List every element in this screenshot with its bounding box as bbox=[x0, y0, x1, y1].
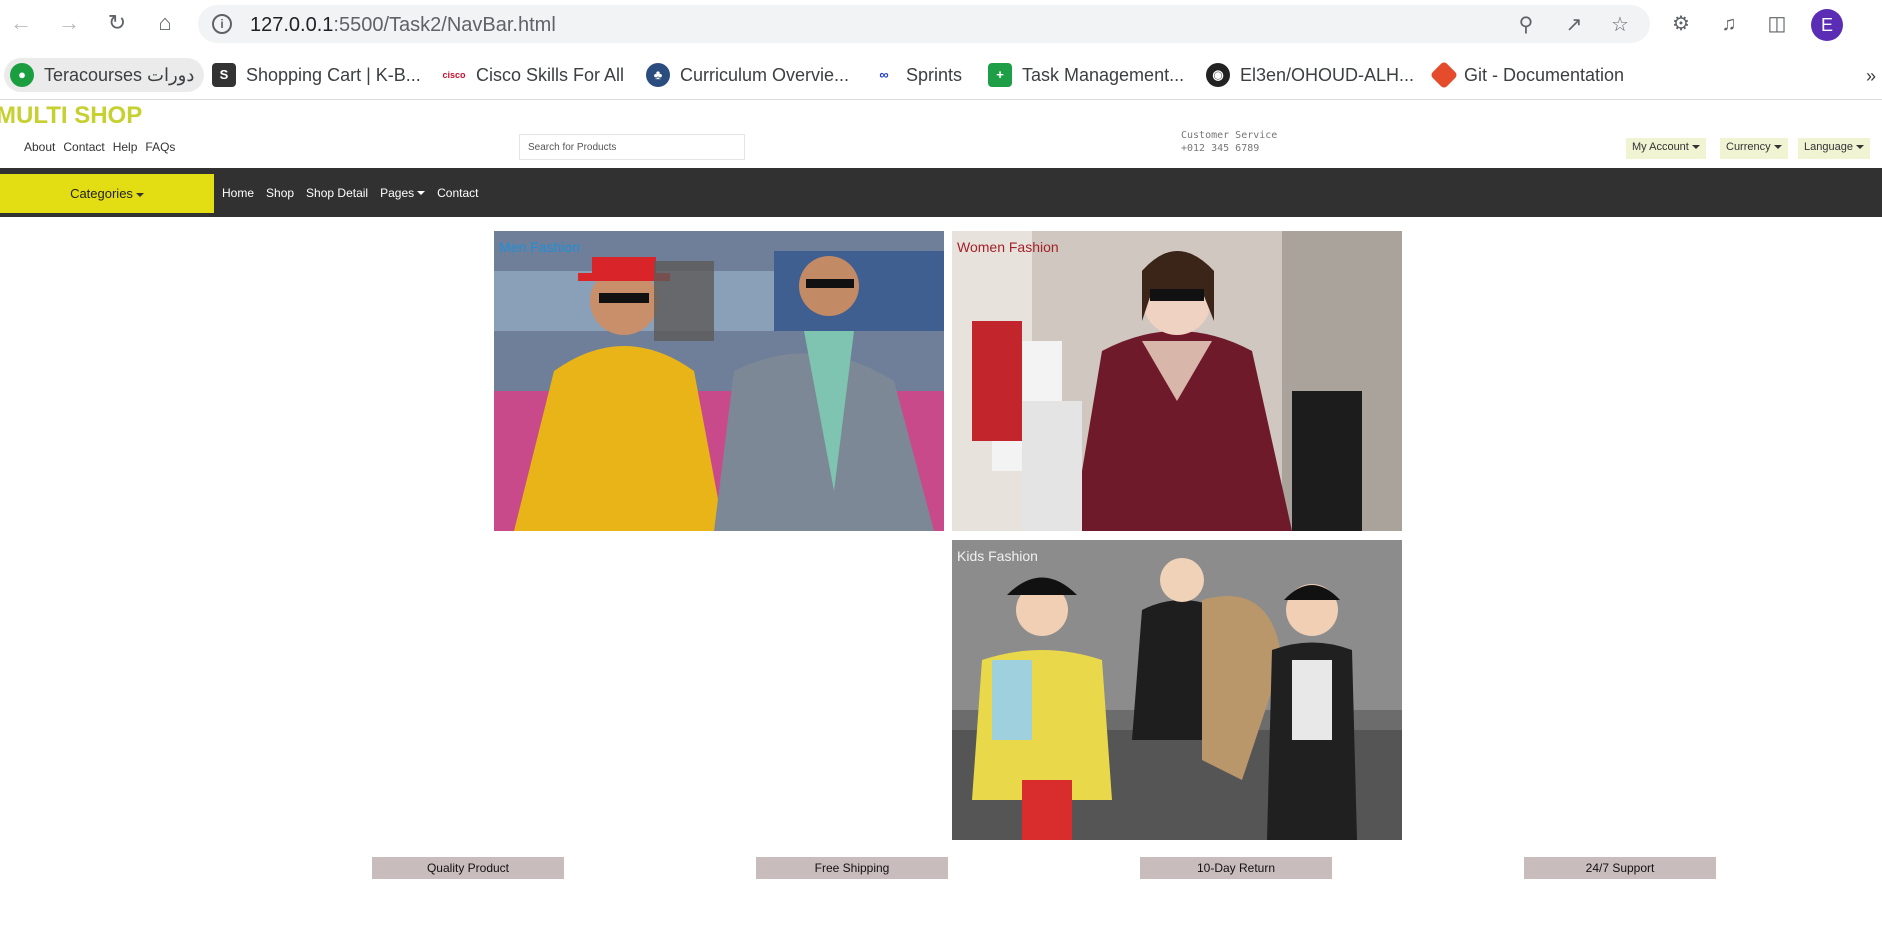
nav-contact[interactable]: Contact bbox=[437, 186, 478, 200]
men-fashion-label: Men Fashion bbox=[499, 239, 580, 255]
nav-links: Home Shop Shop Detail Pages Contact bbox=[222, 168, 478, 217]
cisco-icon: cisco bbox=[442, 63, 466, 87]
women-fashion-label: Women Fashion bbox=[957, 239, 1059, 255]
caret-down-icon bbox=[1691, 145, 1700, 150]
caret-down-icon bbox=[417, 191, 426, 196]
site-info-icon[interactable]: i bbox=[212, 14, 232, 34]
side-panel-icon[interactable]: ◫ bbox=[1764, 11, 1790, 37]
share-icon[interactable]: ↗ bbox=[1562, 13, 1586, 37]
bookmark-task-management[interactable]: + Task Management... bbox=[988, 58, 1184, 92]
currency-dropdown[interactable]: Currency bbox=[1720, 138, 1788, 159]
back-icon[interactable]: ← bbox=[8, 10, 34, 36]
kids-fashion-label: Kids Fashion bbox=[957, 548, 1038, 564]
bookmark-github[interactable]: ◉ El3en/OHOUD-ALH... bbox=[1206, 58, 1414, 92]
plus-sheet-icon: + bbox=[988, 63, 1012, 87]
nav-pages[interactable]: Pages bbox=[380, 186, 426, 200]
top-links: About Contact Help FAQs bbox=[24, 140, 175, 154]
nav-shop-detail[interactable]: Shop Detail bbox=[306, 186, 368, 200]
kids-fashion-tile[interactable]: Kids Fashion bbox=[952, 540, 1402, 840]
bookmark-cisco[interactable]: cisco Cisco Skills For All bbox=[442, 58, 624, 92]
kids-fashion-image bbox=[952, 540, 1402, 840]
language-dropdown[interactable]: Language bbox=[1798, 138, 1870, 159]
bookmark-curriculum[interactable]: ♣ Curriculum Overvie... bbox=[646, 58, 849, 92]
reload-icon[interactable]: ↻ bbox=[104, 10, 130, 36]
feature-24-7-support: 24/7 Support bbox=[1524, 857, 1716, 879]
site-logo[interactable]: MULTI SHOP bbox=[0, 102, 142, 130]
bookmarks-bar: ● Teracourses دورات S Shopping Cart | K-… bbox=[0, 50, 1882, 100]
feature-free-shipping: Free Shipping bbox=[756, 857, 948, 879]
customer-service-title: Customer Service bbox=[1181, 130, 1278, 141]
bookmarks-overflow-button[interactable]: » bbox=[1866, 66, 1876, 87]
browser-toolbar: ← → ↻ ⌂ i 127.0.0.1:5500/Task2/NavBar.ht… bbox=[0, 0, 1882, 50]
media-icon[interactable]: ♫ bbox=[1716, 11, 1742, 37]
link-faqs[interactable]: FAQs bbox=[145, 140, 175, 154]
link-about[interactable]: About bbox=[24, 140, 55, 154]
teracourses-icon: ● bbox=[10, 63, 34, 87]
women-fashion-image bbox=[952, 231, 1402, 531]
tree-icon: ♣ bbox=[646, 63, 670, 87]
bookmark-git-docs[interactable]: Git - Documentation bbox=[1429, 58, 1624, 92]
categories-button[interactable]: Categories bbox=[0, 174, 214, 213]
customer-service: Customer Service +012 345 6789 bbox=[1181, 129, 1277, 155]
main-navbar: Categories Home Shop Shop Detail Pages C… bbox=[0, 168, 1882, 217]
address-bar[interactable]: i 127.0.0.1:5500/Task2/NavBar.html ⚲ ↗ ☆ bbox=[198, 5, 1650, 43]
git-icon bbox=[1429, 60, 1459, 90]
forward-icon[interactable]: → bbox=[56, 10, 82, 36]
link-help[interactable]: Help bbox=[113, 140, 138, 154]
s-logo-icon: S bbox=[212, 63, 236, 87]
feature-10-day-return: 10-Day Return bbox=[1140, 857, 1332, 879]
zoom-icon[interactable]: ⚲ bbox=[1514, 13, 1538, 37]
men-fashion-image bbox=[494, 231, 944, 531]
my-account-dropdown[interactable]: My Account bbox=[1626, 138, 1706, 159]
home-icon[interactable]: ⌂ bbox=[152, 10, 178, 36]
github-icon: ◉ bbox=[1206, 63, 1230, 87]
bookmark-star-icon[interactable]: ☆ bbox=[1608, 13, 1632, 37]
caret-down-icon bbox=[1855, 145, 1864, 150]
url-text[interactable]: 127.0.0.1:5500/Task2/NavBar.html bbox=[250, 14, 556, 37]
caret-down-icon bbox=[1773, 145, 1782, 150]
feature-quality-product: Quality Product bbox=[372, 857, 564, 879]
nav-home[interactable]: Home bbox=[222, 186, 254, 200]
extensions-icon[interactable]: ⚙ bbox=[1668, 11, 1694, 37]
bookmark-sprints[interactable]: ∞ Sprints bbox=[872, 58, 962, 92]
link-contact[interactable]: Contact bbox=[63, 140, 104, 154]
bookmark-teracourses[interactable]: ● Teracourses دورات bbox=[4, 58, 205, 92]
caret-down-icon bbox=[135, 192, 144, 197]
nav-shop[interactable]: Shop bbox=[266, 186, 294, 200]
bookmark-shopping-cart[interactable]: S Shopping Cart | K-B... bbox=[212, 58, 421, 92]
sprints-icon: ∞ bbox=[872, 63, 896, 87]
women-fashion-tile[interactable]: Women Fashion bbox=[952, 231, 1402, 531]
web-page: MULTI SHOP About Contact Help FAQs Searc… bbox=[0, 100, 1882, 931]
men-fashion-tile[interactable]: Men Fashion bbox=[494, 231, 944, 531]
customer-service-phone: +012 345 6789 bbox=[1181, 143, 1260, 154]
search-input[interactable]: Search for Products bbox=[519, 134, 745, 160]
profile-avatar[interactable]: E bbox=[1811, 9, 1843, 41]
